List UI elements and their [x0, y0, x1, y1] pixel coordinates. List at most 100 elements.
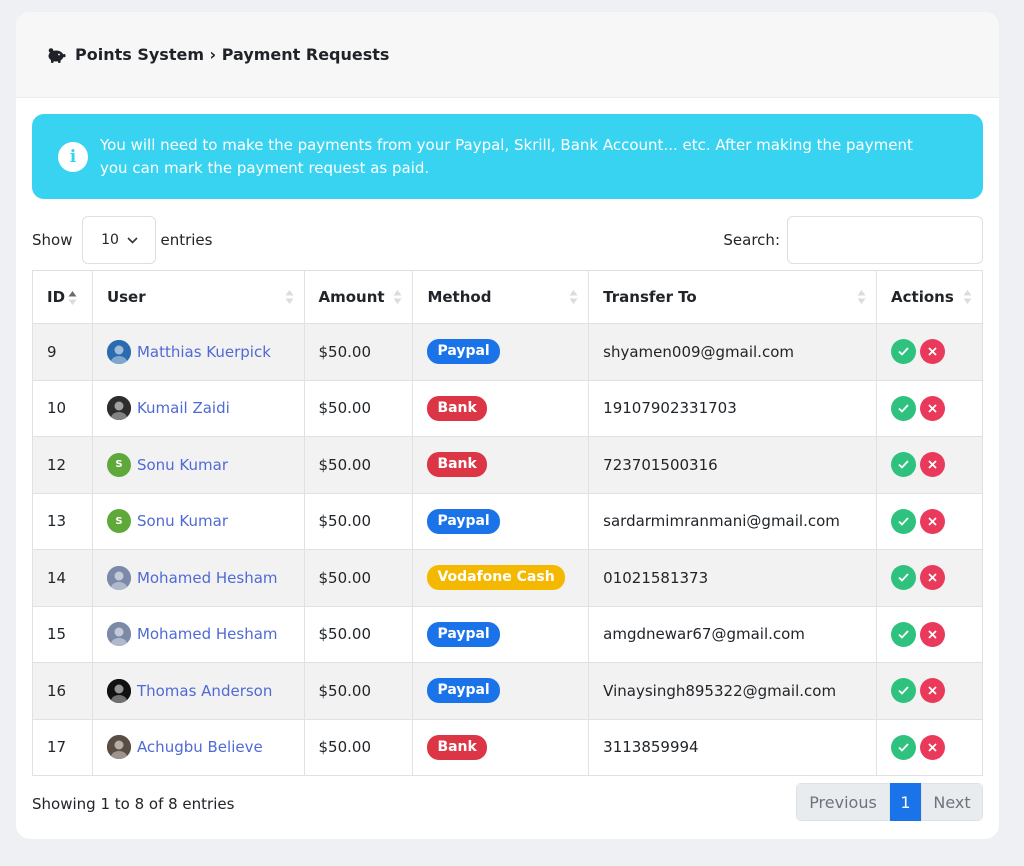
- reject-button[interactable]: [920, 678, 946, 704]
- mark-paid-button[interactable]: [891, 395, 917, 421]
- column-header-id[interactable]: ID: [32, 270, 93, 324]
- mark-paid-button[interactable]: [891, 565, 917, 591]
- cell-id: 17: [32, 718, 93, 776]
- avatar-initial: S: [115, 459, 123, 471]
- cell-id: 10: [32, 379, 93, 437]
- close-icon: [928, 460, 937, 469]
- user-link[interactable]: Kumail Zaidi: [137, 399, 230, 417]
- avatar: [106, 396, 131, 421]
- cell-actions: [876, 323, 983, 381]
- table-row: 14 Mohamed Hesham $50.00 Vodafone Cash 01021…: [32, 549, 983, 607]
- chevron-down-icon: [127, 236, 138, 244]
- sort-icon: [963, 290, 972, 304]
- user-link[interactable]: Matthias Kuerpick: [137, 343, 271, 361]
- card-header: Points System › Payment Requests: [16, 12, 999, 98]
- reject-button[interactable]: [920, 734, 946, 760]
- sort-icon: [285, 290, 294, 304]
- check-icon: [898, 630, 909, 639]
- next-page-button[interactable]: Next: [921, 783, 983, 821]
- column-header-transfer-to[interactable]: Transfer To: [588, 270, 878, 324]
- user-link[interactable]: Sonu Kumar: [137, 456, 228, 474]
- cell-user: Kumail Zaidi: [91, 379, 305, 437]
- reject-button[interactable]: [920, 621, 946, 647]
- avatar: [106, 565, 131, 590]
- reject-button[interactable]: [920, 339, 946, 365]
- cell-method: Paypal: [412, 492, 590, 550]
- info-icon: i: [58, 141, 88, 172]
- user-link[interactable]: Mohamed Hesham: [137, 569, 278, 587]
- column-header-actions[interactable]: Actions: [876, 270, 983, 324]
- cell-id: 15: [32, 605, 93, 663]
- payment-requests-table: ID User Amount Method Transfer To Action…: [32, 270, 983, 776]
- info-alert: i You will need to make the payments fro…: [32, 114, 983, 199]
- search-input[interactable]: [787, 216, 983, 264]
- cell-method: Bank: [412, 436, 590, 494]
- entries-select-value: 10: [101, 232, 119, 248]
- cell-id: 13: [32, 492, 93, 550]
- column-header-amount[interactable]: Amount: [303, 270, 414, 324]
- cell-id: 12: [32, 436, 93, 494]
- search-area: Search:: [723, 216, 983, 264]
- cell-transfer-to: sardarmimranmani@gmail.com: [588, 492, 878, 550]
- user-link[interactable]: Thomas Anderson: [137, 682, 272, 700]
- mark-paid-button[interactable]: [891, 508, 917, 534]
- column-header-user[interactable]: User: [91, 270, 305, 324]
- previous-page-button[interactable]: Previous: [796, 783, 890, 821]
- check-icon: [898, 686, 909, 696]
- mark-paid-button[interactable]: [891, 621, 917, 647]
- user-link[interactable]: Mohamed Hesham: [137, 625, 278, 643]
- page-1-button[interactable]: 1: [890, 783, 921, 821]
- check-icon: [898, 460, 909, 470]
- mark-paid-button[interactable]: [891, 678, 917, 704]
- avatar-photo-icon: [106, 622, 131, 647]
- entries-length: Show 10 entries: [32, 216, 212, 264]
- mark-paid-button[interactable]: [891, 339, 917, 365]
- column-header-label: Actions: [891, 288, 954, 306]
- cell-user: Achugbu Believe: [91, 718, 305, 776]
- entries-select[interactable]: 10: [82, 216, 157, 264]
- cell-user: S Sonu Kumar: [91, 492, 305, 550]
- reject-button[interactable]: [920, 565, 946, 591]
- cell-amount: $50.00: [303, 605, 414, 663]
- column-header-label: Transfer To: [603, 288, 697, 306]
- table-info: Showing 1 to 8 of 8 entries: [32, 795, 235, 813]
- mark-paid-button[interactable]: [891, 452, 917, 478]
- table-body: 9 Matthias Kuerpick $50.00 Paypal shyamen009…: [32, 323, 983, 776]
- sort-icon: [393, 290, 402, 304]
- cell-transfer-to: Vinaysingh895322@gmail.com: [588, 662, 878, 720]
- column-header-method[interactable]: Method: [412, 270, 590, 324]
- cell-transfer-to: 3113859994: [588, 718, 878, 776]
- check-icon: [898, 573, 909, 583]
- cell-amount: $50.00: [303, 436, 414, 494]
- mark-paid-button[interactable]: [891, 734, 917, 760]
- table-row: 17 Achugbu Believe $50.00 Bank 3113859994: [32, 718, 983, 776]
- avatar-initial: S: [115, 515, 123, 527]
- cell-user: Thomas Anderson: [91, 662, 305, 720]
- cell-method: Vodafone Cash: [412, 549, 590, 607]
- reject-button[interactable]: [920, 508, 946, 534]
- avatar-photo-icon: [106, 735, 131, 760]
- pagination: Previous 1 Next: [796, 783, 983, 821]
- method-badge: Paypal: [427, 621, 500, 647]
- avatar: [106, 339, 131, 364]
- reject-button[interactable]: [920, 395, 946, 421]
- cell-amount: $50.00: [303, 492, 414, 550]
- table-row: 10 Kumail Zaidi $50.00 Bank 19107902331703: [32, 379, 983, 437]
- cell-actions: [876, 605, 983, 663]
- check-icon: [898, 347, 909, 357]
- reject-button[interactable]: [920, 452, 946, 478]
- cell-method: Paypal: [412, 323, 590, 381]
- avatar: S: [106, 509, 131, 534]
- avatar: [106, 735, 131, 760]
- check-icon: [898, 743, 909, 752]
- cell-amount: $50.00: [303, 549, 414, 607]
- user-link[interactable]: Sonu Kumar: [137, 512, 228, 530]
- page-title: Points System › Payment Requests: [75, 45, 390, 64]
- cell-method: Paypal: [412, 605, 590, 663]
- check-icon: [898, 404, 909, 413]
- user-link[interactable]: Achugbu Believe: [137, 738, 263, 756]
- method-badge: Paypal: [427, 678, 500, 704]
- table-row: 16 Thomas Anderson $50.00 Paypal Vinaysingh8…: [32, 662, 983, 720]
- cell-user: Matthias Kuerpick: [91, 323, 305, 381]
- cell-actions: [876, 436, 983, 494]
